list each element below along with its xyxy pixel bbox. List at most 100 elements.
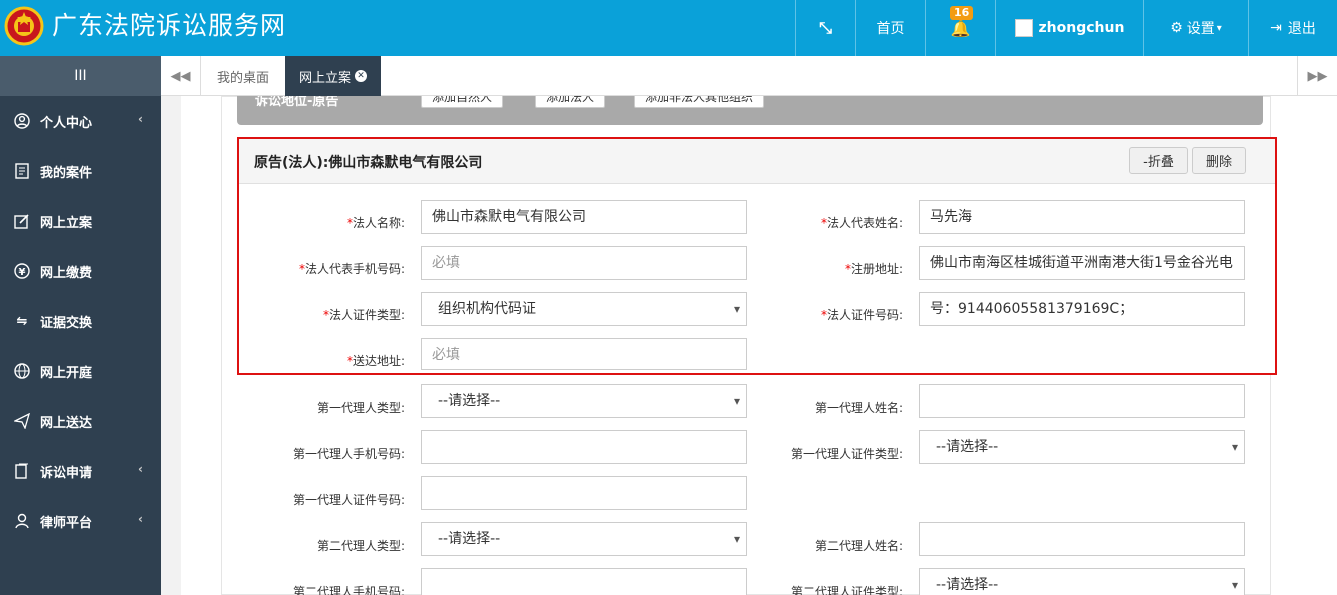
delivery-addr-label: *送达地址:	[346, 354, 405, 368]
select-value: --请选择--	[438, 531, 501, 547]
sidebar-item-label: 网上开庭	[40, 365, 93, 381]
sidebar-item-label: 网上缴费	[40, 265, 93, 281]
agent1-cert-no-label: 第一代理人证件号码:	[292, 493, 405, 507]
delivery-addr-input[interactable]: 必填	[421, 338, 747, 370]
agent1-type-select[interactable]: --请选择--	[421, 384, 747, 418]
chevron-left-icon: ‹	[138, 512, 143, 526]
fullscreen-button[interactable]: ⤡	[795, 0, 855, 56]
sidebar-item-label: 证据交换	[40, 315, 93, 331]
yen-icon: ¥	[12, 262, 32, 280]
tab-scroll-right-button[interactable]: ▶▶	[1297, 56, 1337, 96]
double-chevron-left-icon: ◀◀	[170, 68, 191, 84]
tab-scroll-left-button[interactable]: ◀◀	[161, 56, 201, 96]
site-title: 广东法院诉讼服务网	[52, 11, 287, 40]
select-value: 组织机构代码证	[438, 301, 536, 317]
add-other-org-button[interactable]: 添加非法人其他组织	[634, 96, 765, 108]
sidebar-item-online-filing[interactable]: 网上立案	[0, 196, 161, 246]
agent1-name-label: 第一代理人姓名:	[814, 401, 903, 415]
sidebar-item-litigation-application[interactable]: 诉讼申请 ‹	[0, 446, 161, 496]
sidebar-item-my-cases[interactable]: 我的案件	[0, 146, 161, 196]
party-role-bar: 诉讼地位-原告 添加自然人 添加法人 添加非法人其他组织	[237, 96, 1263, 125]
agent1-phone-input[interactable]	[421, 430, 747, 464]
agent1-name-input[interactable]	[919, 384, 1245, 418]
sidebar-item-label: 网上立案	[40, 215, 93, 231]
legal-name-input[interactable]: 佛山市森默电气有限公司	[421, 200, 747, 234]
user-menu[interactable]: zhongchun	[995, 0, 1143, 56]
sidebar-item-label: 诉讼申请	[40, 465, 93, 481]
menu-toggle-icon: III	[74, 68, 87, 84]
top-header: 广东法院诉讼服务网 ⤡ 首页 🔔 16 zhongchun ⚙ 设置 ▾ ⇥ 退…	[0, 0, 1337, 56]
legal-name-label: *法人名称:	[346, 216, 405, 230]
select-value: --请选择--	[936, 577, 999, 593]
sidebar-item-lawyer-platform[interactable]: 律师平台 ‹	[0, 496, 161, 546]
sidebar-item-online-hearing[interactable]: 网上开庭	[0, 346, 161, 396]
send-icon	[12, 412, 32, 430]
party-role-label: 诉讼地位-原告	[255, 96, 339, 109]
tab-my-desktop[interactable]: 我的桌面	[203, 56, 283, 96]
right-gutter	[1298, 96, 1337, 595]
agent2-phone-input[interactable]	[421, 568, 747, 595]
fold-button[interactable]: -折叠	[1129, 147, 1188, 174]
globe-icon	[12, 362, 32, 380]
double-chevron-right-icon: ▶▶	[1307, 68, 1328, 84]
tab-label: 网上立案	[299, 70, 352, 86]
court-emblem-logo	[4, 6, 44, 46]
home-link[interactable]: 首页	[855, 0, 925, 56]
tab-online-filing[interactable]: 网上立案 ✕	[285, 56, 382, 96]
select-value: --请选择--	[438, 393, 501, 409]
chevron-left-icon: ‹	[138, 462, 143, 476]
cert-type-label: *法人证件类型:	[322, 308, 405, 322]
agent2-name-label: 第二代理人姓名:	[814, 539, 903, 553]
cert-type-select[interactable]: 组织机构代码证	[421, 292, 747, 326]
avatar	[1014, 19, 1033, 37]
add-natural-person-button[interactable]: 添加自然人	[421, 96, 504, 108]
cert-no-input[interactable]: 号：91440605581379169C；	[919, 292, 1245, 326]
agent2-type-label: 第二代理人类型:	[316, 539, 405, 553]
button-label: 添加自然人	[432, 96, 493, 104]
close-icon[interactable]: ✕	[355, 70, 368, 82]
agent1-cert-type-select[interactable]: --请选择--	[919, 430, 1245, 464]
cert-no-label: *法人证件号码:	[820, 308, 903, 322]
reg-addr-input[interactable]: 佛山市南海区桂城街道平洲南港大街1号金谷光电	[919, 246, 1245, 280]
agent1-cert-type-label: 第一代理人证件类型:	[790, 447, 903, 461]
sidebar-item-online-delivery[interactable]: 网上送达	[0, 396, 161, 446]
tab-label: 我的桌面	[217, 70, 270, 86]
exchange-icon: ⇋	[16, 313, 28, 329]
plaintiff-legal-person-section: 原告(法人):佛山市森默电气有限公司 -折叠 删除 *法人名称: 佛山市森默电气…	[237, 137, 1277, 375]
select-value: --请选择--	[936, 439, 999, 455]
button-label: 添加法人	[546, 96, 595, 104]
delete-button[interactable]: 删除	[1192, 147, 1246, 174]
button-label: 添加非法人其他组织	[645, 96, 754, 104]
sidebar-item-online-payment[interactable]: ¥ 网上缴费	[0, 246, 161, 296]
file-icon	[12, 462, 32, 480]
sidebar-item-evidence-exchange[interactable]: ⇋ 证据交换	[0, 296, 161, 346]
agent2-name-input[interactable]	[919, 522, 1245, 556]
plaintiff-section-header: 原告(法人):佛山市森默电气有限公司 -折叠 删除	[239, 139, 1275, 184]
agent2-phone-label: 第二代理人手机号码:	[292, 585, 405, 595]
edit-icon	[12, 212, 32, 230]
notification-button[interactable]: 🔔 16	[925, 0, 995, 56]
document-icon	[12, 162, 32, 180]
reg-addr-label: *注册地址:	[844, 262, 903, 276]
add-legal-person-button[interactable]: 添加法人	[535, 96, 606, 108]
tab-bar: ◀◀ 我的桌面 网上立案 ✕ ▶▶	[161, 56, 1337, 96]
agent1-cert-no-input[interactable]	[421, 476, 747, 510]
logout-button[interactable]: ⇥ 退出	[1248, 0, 1337, 56]
sidebar-item-label: 个人中心	[40, 115, 93, 131]
rep-name-input[interactable]: 马先海	[919, 200, 1245, 234]
agent2-type-select[interactable]: --请选择--	[421, 522, 747, 556]
agent1-type-label: 第一代理人类型:	[316, 401, 405, 415]
sidebar-toggle[interactable]: III	[0, 56, 161, 96]
agent2-cert-type-label: 第二代理人证件类型:	[790, 585, 903, 595]
chevron-left-icon: ‹	[138, 112, 143, 126]
sidebar-item-label: 我的案件	[40, 165, 93, 181]
home-label: 首页	[876, 21, 905, 37]
sidebar-item-personal-center[interactable]: 个人中心 ‹	[0, 96, 161, 146]
agent2-cert-type-select[interactable]: --请选择--	[919, 568, 1245, 595]
agent1-phone-label: 第一代理人手机号码:	[292, 447, 405, 461]
person-icon	[12, 512, 32, 530]
sidebar-item-label: 律师平台	[40, 515, 93, 531]
rep-phone-input[interactable]: 必填	[421, 246, 747, 280]
plaintiff-section-title: 原告(法人):佛山市森默电气有限公司	[254, 155, 483, 171]
settings-menu[interactable]: ⚙ 设置 ▾	[1143, 0, 1248, 56]
